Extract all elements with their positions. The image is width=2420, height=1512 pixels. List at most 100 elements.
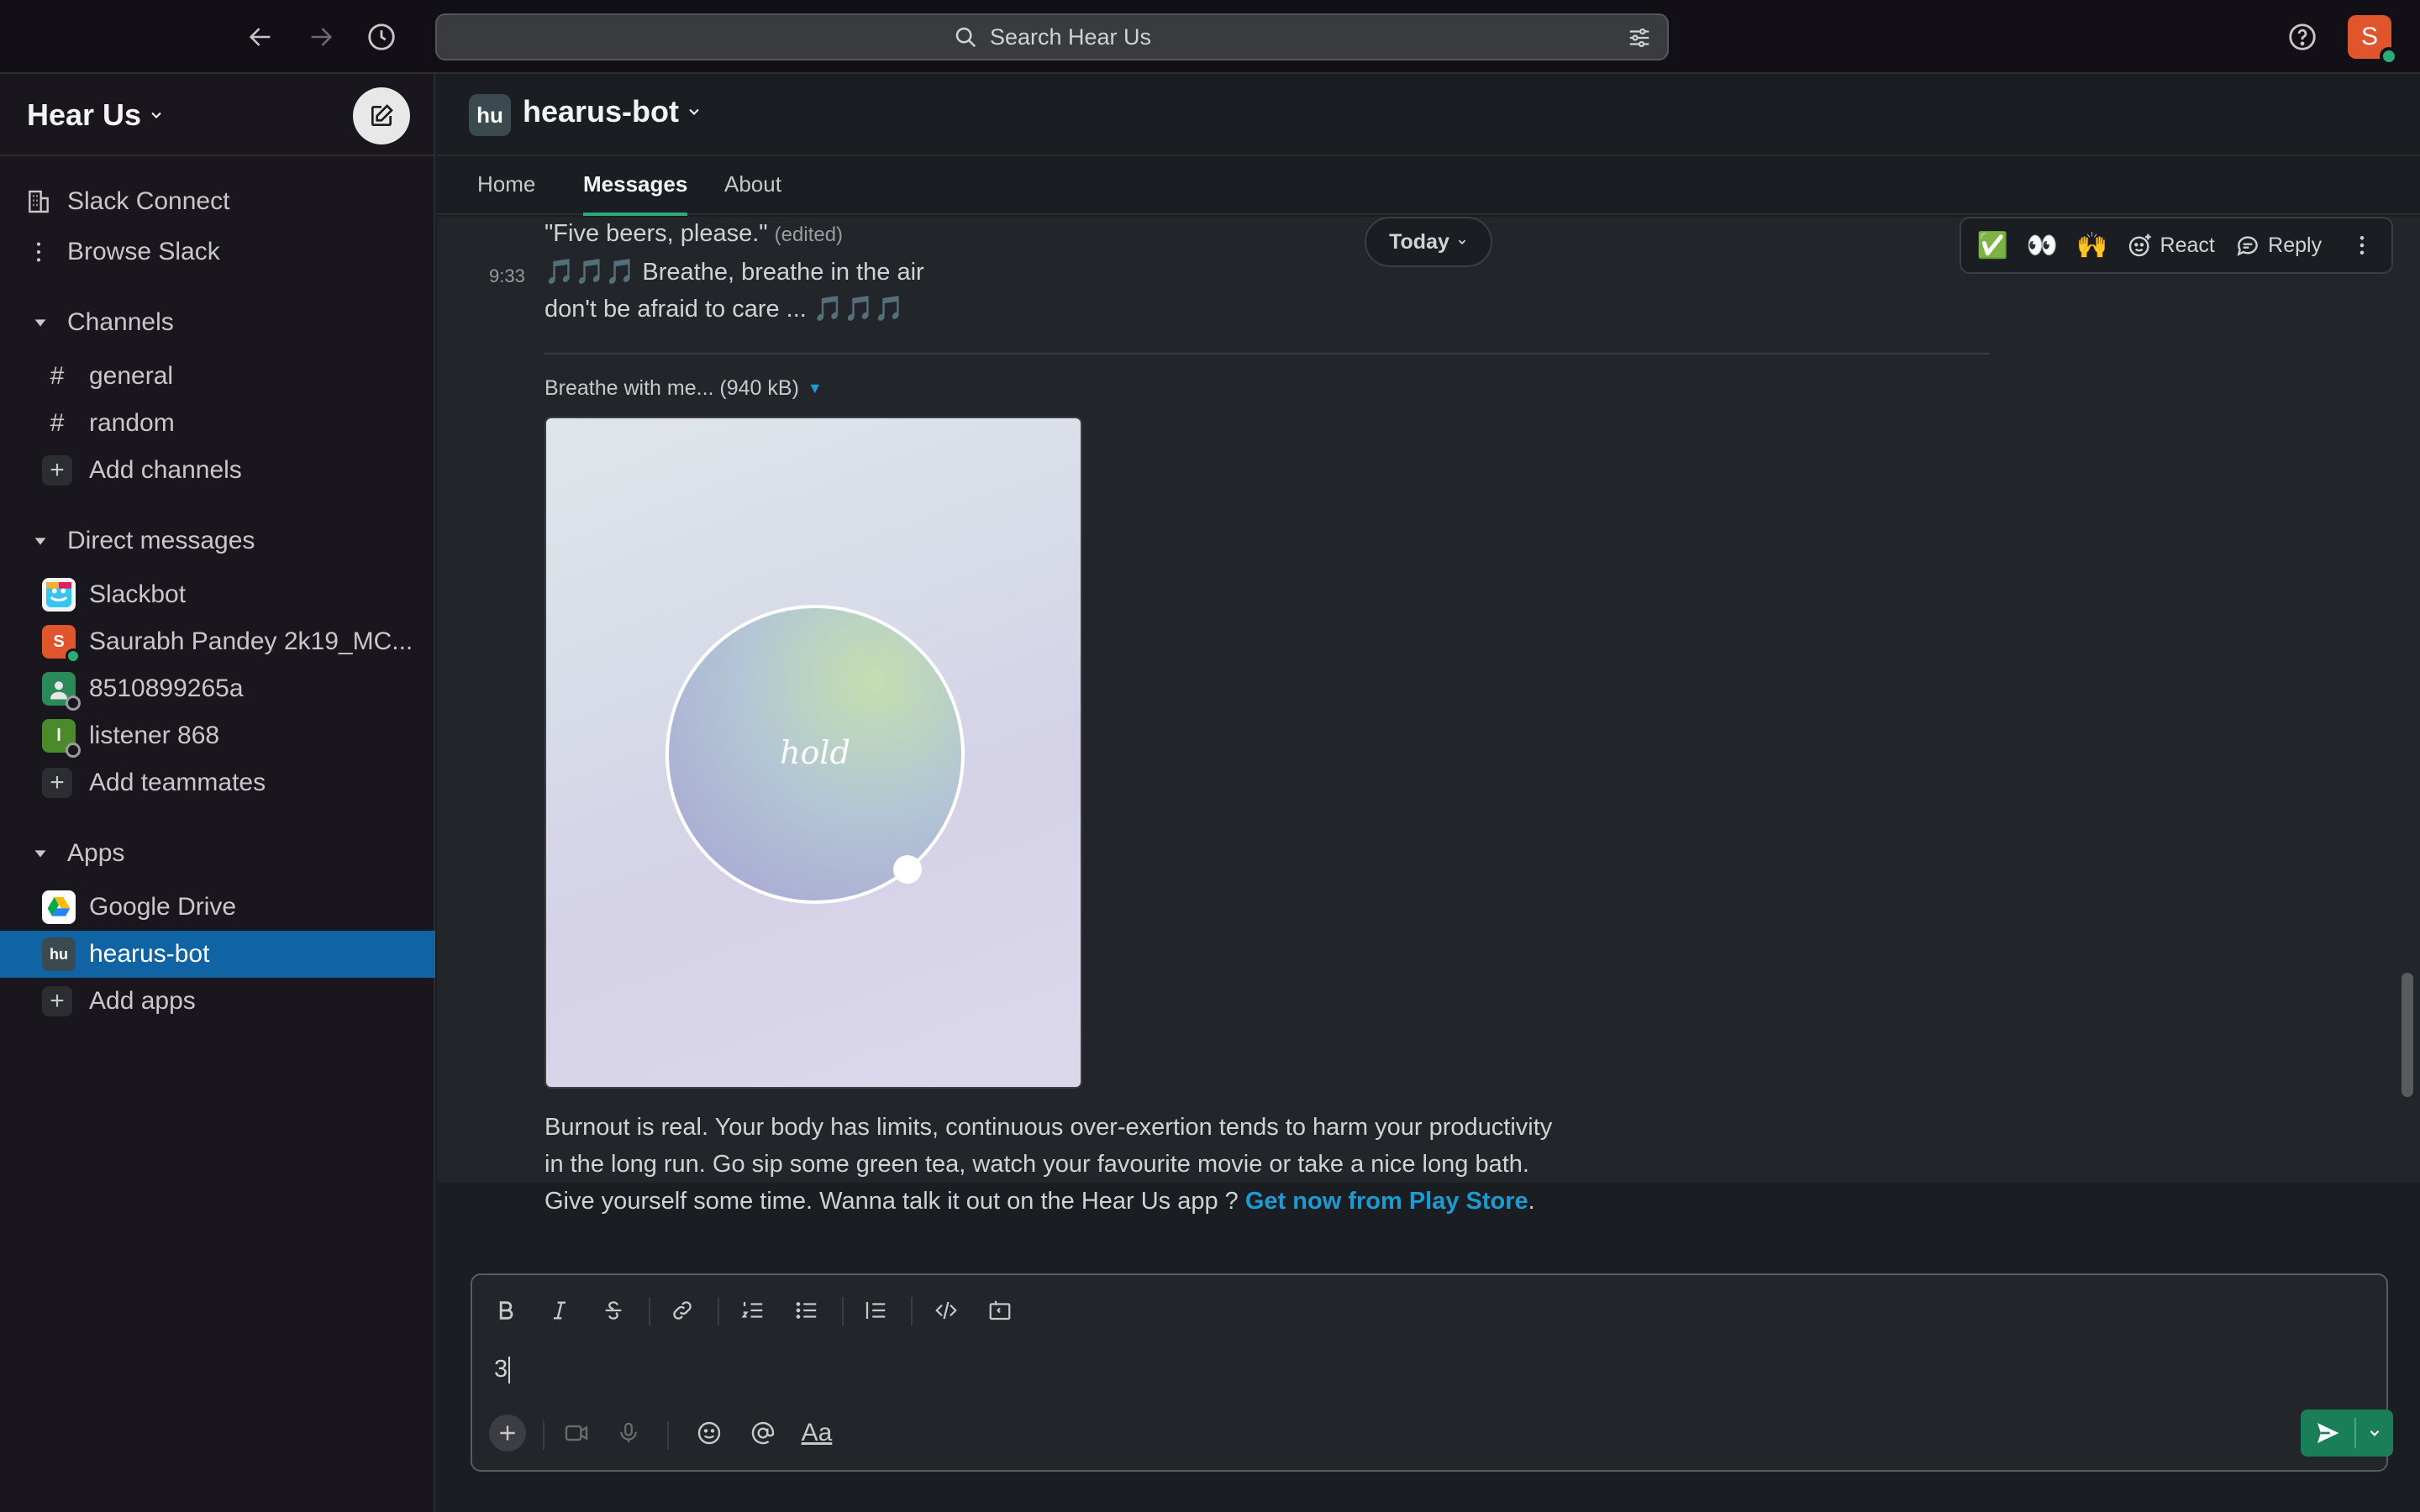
apps-section-header[interactable]: Apps — [0, 830, 435, 877]
building-icon — [24, 186, 54, 217]
react-eyes-button[interactable]: 👀 — [2018, 218, 2067, 272]
sidebar-item-saurabh[interactable]: S Saurabh Pandey 2k19_MC... — [0, 618, 435, 665]
code-block-icon[interactable] — [980, 1290, 1020, 1331]
caret-down-icon — [25, 526, 55, 556]
message-timestamp[interactable]: 9:33 — [489, 265, 525, 287]
workspace-name: Hear Us — [27, 97, 142, 132]
emoji-icon[interactable] — [689, 1413, 729, 1453]
sidebar-item-8510899265a[interactable]: 8510899265a — [0, 665, 435, 712]
react-raised-hands-button[interactable]: 🙌 — [2067, 218, 2117, 272]
check-emoji-icon: ✅ — [1976, 231, 2009, 260]
toolbar-divider — [718, 1297, 719, 1326]
blockquote-icon[interactable] — [855, 1290, 896, 1331]
caret-down-icon: ▼ — [807, 380, 823, 396]
away-status-dot — [66, 696, 81, 711]
attach-plus-button[interactable] — [487, 1413, 528, 1453]
channels-section-header[interactable]: Channels — [0, 299, 435, 346]
user-avatar-initial: S — [2360, 23, 2378, 50]
channel-badge-text: hu — [476, 102, 503, 128]
react-check-button[interactable]: ✅ — [1968, 218, 2018, 272]
channel-title-button[interactable]: hearus-bot — [523, 94, 702, 129]
add-teammates-button[interactable]: + Add teammates — [0, 759, 435, 806]
toolbar-divider — [667, 1421, 669, 1450]
away-status-dot — [66, 743, 81, 758]
add-apps-button[interactable]: + Add apps — [0, 978, 435, 1025]
channel-label: random — [89, 409, 175, 437]
bold-icon[interactable] — [486, 1290, 526, 1331]
burnout-end: . — [1528, 1188, 1535, 1215]
message-scrollbar[interactable] — [2402, 973, 2413, 1097]
avatar-initial: S — [53, 632, 65, 651]
text-format-icon[interactable]: Aa — [797, 1413, 837, 1453]
reply-label: Reply — [2268, 233, 2323, 257]
sidebar-item-general[interactable]: # general — [0, 353, 435, 400]
message-actions-toolbar: ✅ 👀 🙌 React Reply — [1960, 217, 2393, 274]
sidebar-item-listener-868[interactable]: l listener 868 — [0, 712, 435, 759]
main-panel: hu hearus-bot Home Messages About "Five … — [437, 74, 2420, 1512]
app-label: Google Drive — [89, 893, 237, 921]
react-label: React — [2160, 233, 2215, 257]
file-attachment-label[interactable]: Breathe with me... (940 kB) ▼ — [544, 376, 823, 401]
chevron-down-icon — [689, 108, 699, 115]
message-list: "Five beers, please." (edited) Today ✅ 👀… — [437, 217, 2420, 1349]
send-button[interactable] — [2301, 1410, 2354, 1457]
search-filter-icon[interactable] — [1627, 25, 1652, 50]
history-clock-icon[interactable] — [363, 18, 400, 55]
bulleted-list-icon[interactable] — [786, 1290, 827, 1331]
message-input-value: 3 — [494, 1356, 508, 1383]
back-arrow-icon[interactable] — [242, 18, 279, 55]
tab-home[interactable]: Home — [477, 171, 535, 213]
plus-icon: + — [42, 455, 72, 486]
link-icon[interactable] — [662, 1290, 702, 1331]
react-button[interactable]: React — [2117, 218, 2224, 272]
italic-icon[interactable] — [539, 1290, 580, 1331]
sidebar-item-browse-slack[interactable]: Browse Slack — [0, 228, 435, 276]
top-bar: Search Hear Us S — [0, 0, 2420, 74]
play-store-link[interactable]: Get now from Play Store — [1245, 1188, 1528, 1215]
reply-thread-icon — [2237, 236, 2258, 256]
section-label: Direct messages — [67, 527, 255, 554]
user-avatar[interactable]: S — [2348, 15, 2398, 66]
dms-section-header[interactable]: Direct messages — [0, 517, 435, 564]
sidebar-item-slack-connect[interactable]: Slack Connect — [0, 178, 435, 225]
strikethrough-icon[interactable] — [593, 1290, 634, 1331]
video-icon[interactable] — [556, 1413, 597, 1453]
text-cursor — [508, 1357, 511, 1384]
edited-label: (edited) — [774, 223, 844, 246]
chevron-down-icon — [151, 112, 161, 118]
message-input[interactable]: 3 — [494, 1356, 511, 1384]
dm-label: Saurabh Pandey 2k19_MC... — [89, 627, 413, 655]
tab-messages[interactable]: Messages — [583, 171, 688, 216]
forward-arrow-icon[interactable] — [302, 18, 339, 55]
sidebar-item-hearus-bot[interactable]: hu hearus-bot — [0, 931, 435, 978]
mention-icon[interactable] — [743, 1413, 783, 1453]
sidebar-item-google-drive[interactable]: Google Drive — [0, 884, 435, 931]
reply-button[interactable]: Reply — [2224, 218, 2332, 272]
compose-button[interactable] — [353, 87, 410, 144]
channel-tabs: Home Messages About — [437, 156, 2420, 216]
dm-label: listener 868 — [89, 722, 220, 749]
message-line-2: don't be afraid to care ... 🎵🎵🎵 — [544, 296, 905, 323]
date-divider-today[interactable]: Today — [1365, 217, 1492, 267]
schedule-send-button[interactable] — [2356, 1410, 2393, 1457]
chevron-down-icon — [1458, 239, 1465, 244]
microphone-icon[interactable] — [608, 1413, 649, 1453]
tab-about[interactable]: About — [724, 171, 781, 213]
add-channels-button[interactable]: + Add channels — [0, 447, 435, 494]
more-actions-button[interactable] — [2332, 218, 2391, 272]
code-icon[interactable] — [926, 1290, 966, 1331]
previous-message-text: "Five beers, please." — [544, 220, 768, 247]
workspace-name-button[interactable]: Hear Us — [27, 97, 165, 133]
sidebar: Hear Us Slack Connect Browse Slack Chann… — [0, 74, 435, 1512]
search-bar[interactable]: Search Hear Us — [435, 13, 1669, 60]
sidebar-item-slackbot[interactable]: Slackbot — [0, 571, 435, 618]
help-icon[interactable] — [2284, 18, 2321, 55]
message-divider — [544, 353, 1990, 354]
sidebar-item-random[interactable]: # random — [0, 400, 435, 447]
add-teammates-label: Add teammates — [89, 769, 266, 796]
more-vertical-icon — [2360, 236, 2364, 255]
ordered-list-icon[interactable] — [733, 1290, 773, 1331]
gif-preview[interactable]: hold — [544, 417, 1082, 1089]
app-badge-text: hu — [50, 945, 68, 963]
composer-actions: Aa — [472, 1410, 2393, 1457]
